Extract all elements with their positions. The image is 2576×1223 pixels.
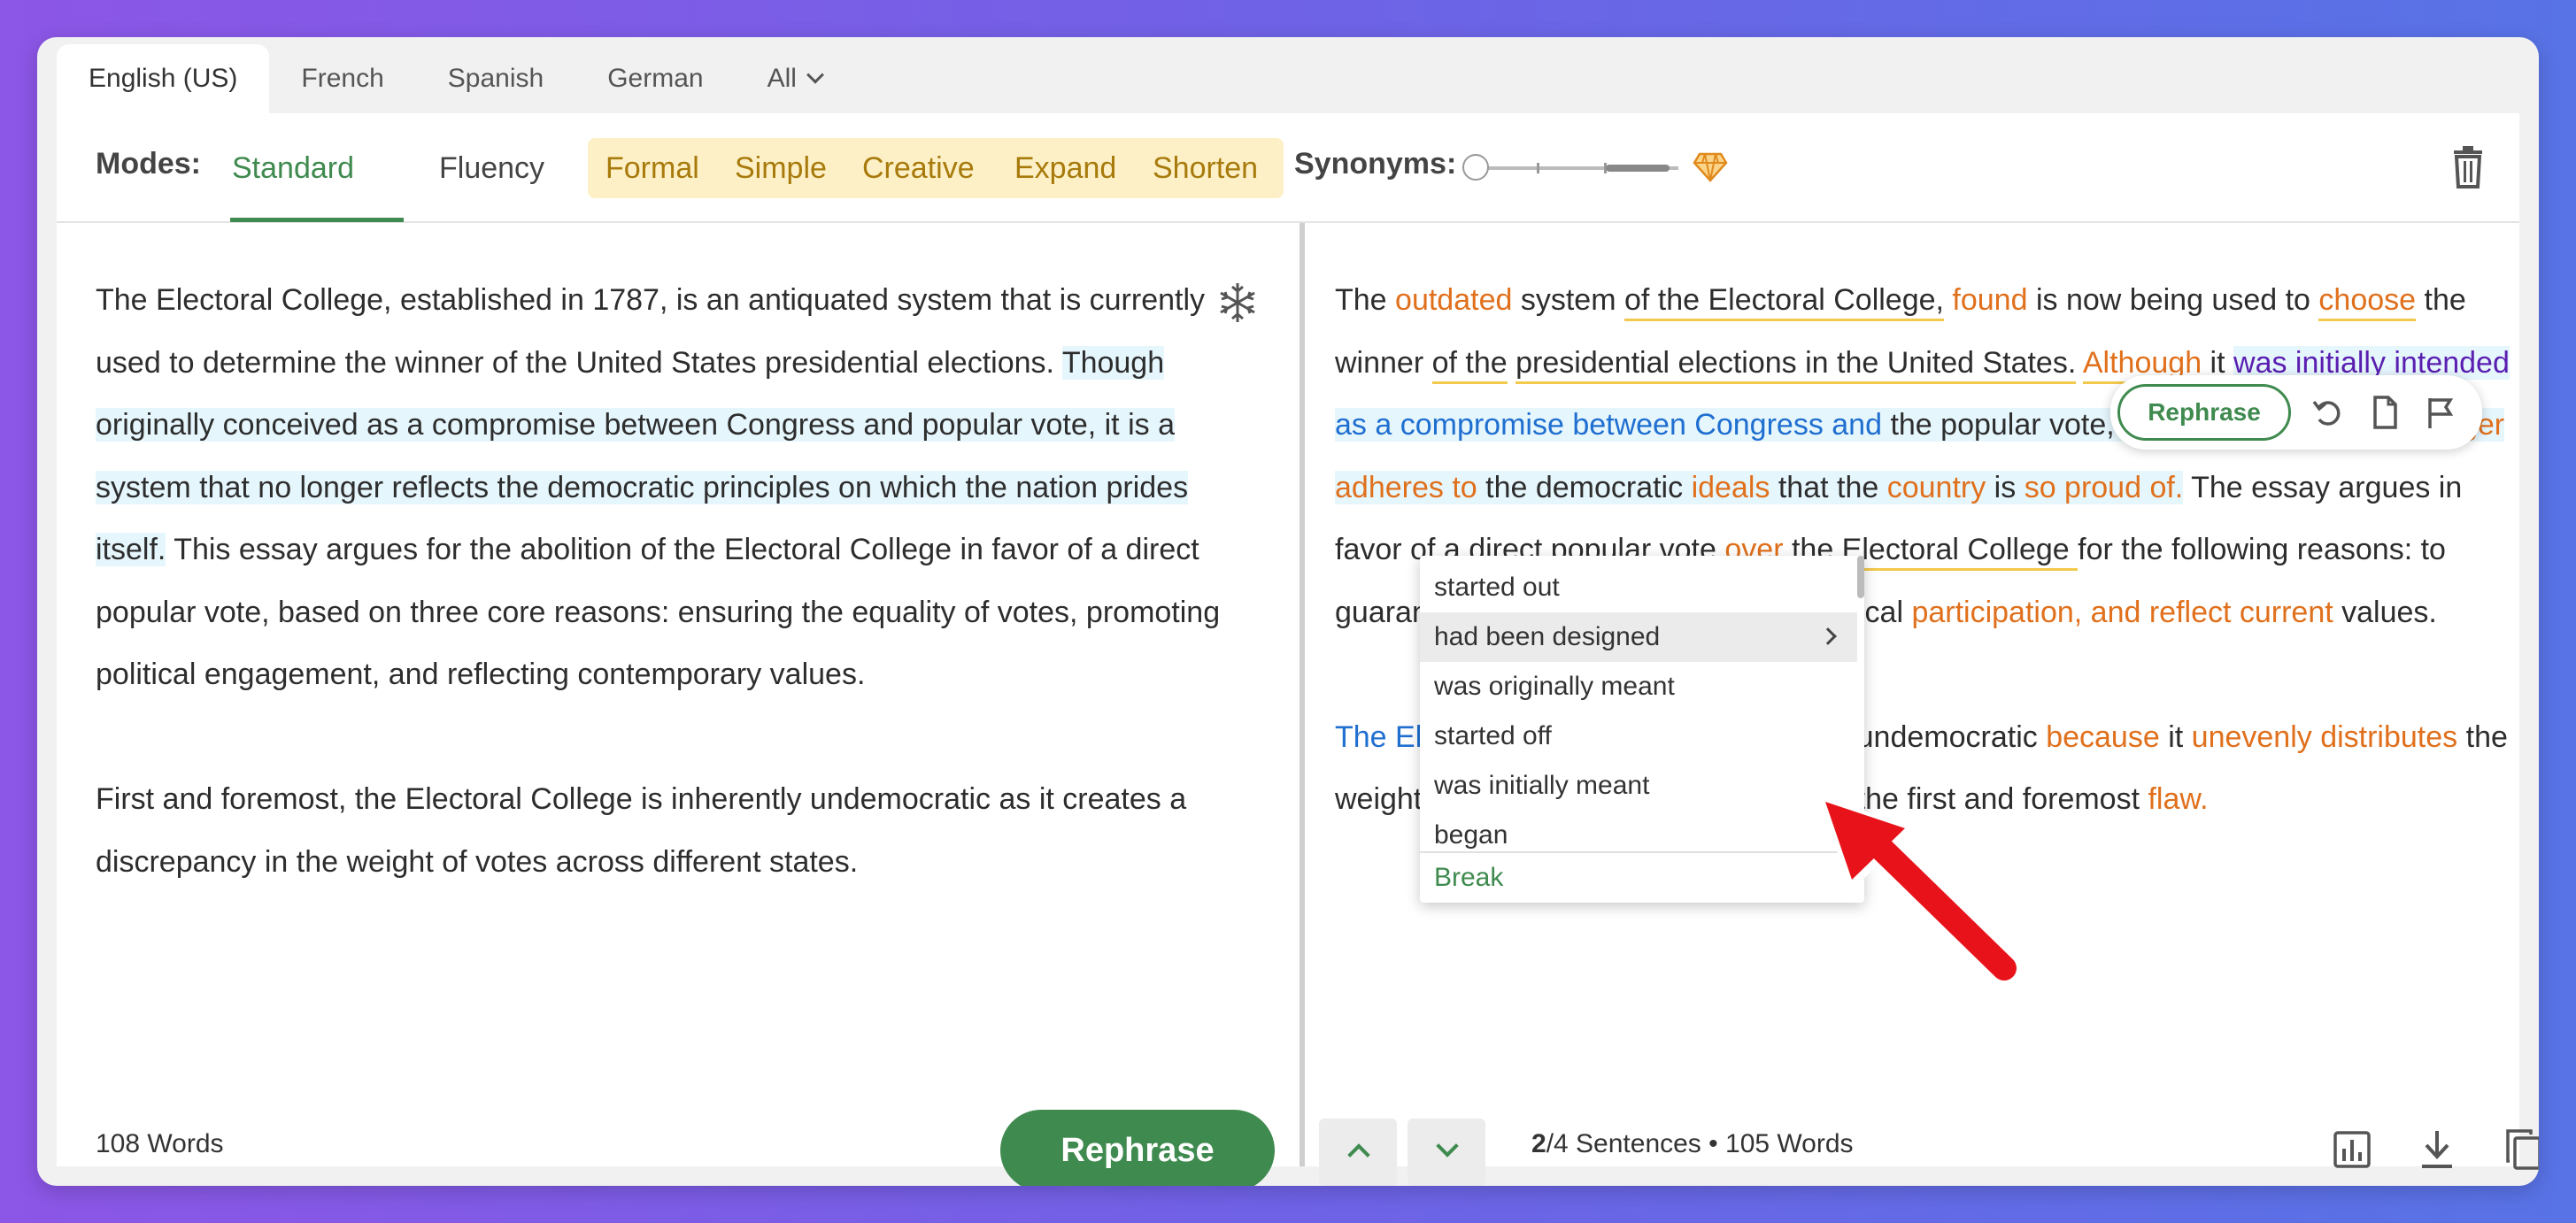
- output-phrase: [1508, 346, 1516, 380]
- active-mode-indicator: [230, 218, 404, 222]
- synonyms-slider[interactable]: [1462, 154, 1678, 181]
- dropdown-scrollbar[interactable]: [1857, 556, 1864, 598]
- output-phrase: was initially intended: [2233, 345, 2510, 380]
- output-phrase: the democratic: [1477, 470, 1692, 504]
- bar-chart-icon[interactable]: [2332, 1127, 2372, 1172]
- output-phrase: it: [2159, 719, 2192, 754]
- output-phrase: of the: [1431, 345, 1508, 384]
- slider-premium-range: [1606, 165, 1670, 172]
- editor-area: Modes: Standard Fluency Formal Simple Cr…: [57, 113, 2539, 1186]
- tab-all-languages[interactable]: All: [736, 44, 853, 113]
- rephrase-sentence-button[interactable]: Rephrase: [2117, 384, 2291, 441]
- output-phrase: is: [1986, 470, 2025, 504]
- document-icon[interactable]: [2367, 395, 2402, 430]
- slider-tick: [1537, 163, 1539, 173]
- rephrase-button[interactable]: Rephrase: [1000, 1110, 1275, 1186]
- output-phrase[interactable]: found: [1952, 283, 2027, 317]
- next-sentence-button[interactable]: [1408, 1119, 1485, 1186]
- modes-toolbar: Modes: Standard Fluency Formal Simple Cr…: [57, 113, 2519, 223]
- copy-icon[interactable]: [2503, 1127, 2539, 1172]
- synonym-option[interactable]: started off: [1420, 711, 1857, 761]
- output-phrase: system: [1512, 283, 1624, 317]
- output-phrase: of the Electoral College,: [1623, 283, 1944, 321]
- download-icon[interactable]: [2417, 1127, 2457, 1172]
- output-phrase[interactable]: so proud of.: [2024, 470, 2184, 504]
- chevron-down-icon: [1436, 1135, 1459, 1158]
- output-phrase: The: [1335, 283, 1396, 317]
- paraphraser-card: English (US) French Spanish German All M…: [37, 37, 2539, 1186]
- output-phrase[interactable]: country: [1886, 470, 1986, 504]
- input-sentence: This essay argues for the abolition of t…: [96, 533, 1221, 691]
- synonym-dropdown: started out had been designed was origin…: [1420, 556, 1864, 903]
- previous-sentence-button[interactable]: [1319, 1119, 1397, 1186]
- output-phrase: [1944, 283, 1952, 317]
- output-phrase: The: [2183, 470, 2252, 504]
- output-phrase[interactable]: choose: [2318, 283, 2417, 321]
- synonym-option[interactable]: was initially meant: [1420, 761, 1857, 811]
- chevron-up-icon: [1347, 1143, 1370, 1166]
- diamond-gem-icon: [1693, 152, 1728, 182]
- output-phrase[interactable]: participation, and reflect current: [1911, 596, 2333, 629]
- mode-shorten[interactable]: Shorten: [1153, 140, 1258, 196]
- mode-standard[interactable]: Standard: [232, 140, 354, 196]
- mode-simple[interactable]: Simple: [735, 140, 827, 196]
- tab-all-label: All: [767, 64, 797, 93]
- sentence-counter: 2/4 Sentences • 105 Words: [1531, 1129, 1854, 1159]
- mode-formal[interactable]: Formal: [605, 140, 699, 196]
- language-tabs: English (US) French Spanish German All: [57, 44, 853, 113]
- synonyms-label: Synonyms:: [1294, 147, 1457, 181]
- synonym-option-selected[interactable]: had been designed: [1420, 612, 1857, 662]
- output-phrase: [2310, 283, 2318, 317]
- undo-icon[interactable]: [2310, 395, 2346, 430]
- tab-french[interactable]: French: [269, 44, 415, 113]
- annotation-arrow: [1815, 795, 2017, 981]
- mode-creative[interactable]: Creative: [862, 140, 975, 196]
- sentence-total: /4 Sentences: [1546, 1129, 1701, 1158]
- mode-fluency[interactable]: Fluency: [439, 140, 544, 196]
- tab-german[interactable]: German: [575, 44, 735, 113]
- chevron-right-icon: [1819, 627, 1837, 645]
- input-word-count: 108 Words: [96, 1129, 224, 1158]
- output-phrase: values.: [2333, 595, 2437, 629]
- trash-icon[interactable]: [2450, 145, 2486, 189]
- output-phrase[interactable]: ideals: [1691, 470, 1770, 504]
- output-phrase[interactable]: unevenly distributes: [2192, 720, 2458, 754]
- chevron-down-icon: [806, 65, 824, 84]
- slider-knob[interactable]: [1462, 154, 1489, 181]
- output-phrase: that the: [1770, 470, 1887, 504]
- modes-label: Modes:: [96, 147, 201, 181]
- output-phrase: as a compromise between Congress and: [1335, 408, 1882, 442]
- flag-icon[interactable]: [2422, 395, 2457, 430]
- tab-spanish[interactable]: Spanish: [416, 44, 575, 113]
- output-phrase: presidential elections in the United Sta…: [1516, 345, 2077, 384]
- synonym-option[interactable]: started out: [1420, 563, 1857, 612]
- mode-expand[interactable]: Expand: [1014, 140, 1116, 196]
- output-phrase: the popular vote,: [1882, 408, 2115, 442]
- synonym-option[interactable]: was originally meant: [1420, 662, 1857, 711]
- panel-divider[interactable]: [1300, 223, 1305, 1166]
- output-phrase: undemocratic: [1848, 719, 2047, 754]
- sentence-actions-popover: Rephrase: [2110, 375, 2482, 450]
- output-phrase: [2028, 283, 2036, 317]
- output-phrase[interactable]: because: [2046, 720, 2160, 754]
- separator-bullet: •: [1708, 1129, 1718, 1158]
- input-text[interactable]: The Electoral College, established in 17…: [96, 269, 1264, 956]
- output-word-count: 105 Words: [1725, 1129, 1854, 1158]
- output-phrase[interactable]: outdated: [1395, 283, 1512, 317]
- output-phrase: it: [2202, 345, 2234, 380]
- output-phrase[interactable]: flaw.: [2148, 782, 2208, 816]
- input-paragraph: The Electoral College, established in 17…: [96, 269, 1264, 706]
- input-sentence: The Electoral College, established in 17…: [96, 283, 1206, 380]
- input-paragraph: First and foremost, the Electoral Colleg…: [96, 782, 1187, 879]
- break-option[interactable]: Break: [1434, 853, 1503, 903]
- synonym-option-label: had been designed: [1434, 622, 1661, 651]
- output-phrase: [2076, 346, 2083, 380]
- tab-english-us[interactable]: English (US): [57, 44, 270, 113]
- output-phrase: is now being used to: [2035, 283, 2310, 317]
- current-sentence: 2: [1531, 1129, 1546, 1158]
